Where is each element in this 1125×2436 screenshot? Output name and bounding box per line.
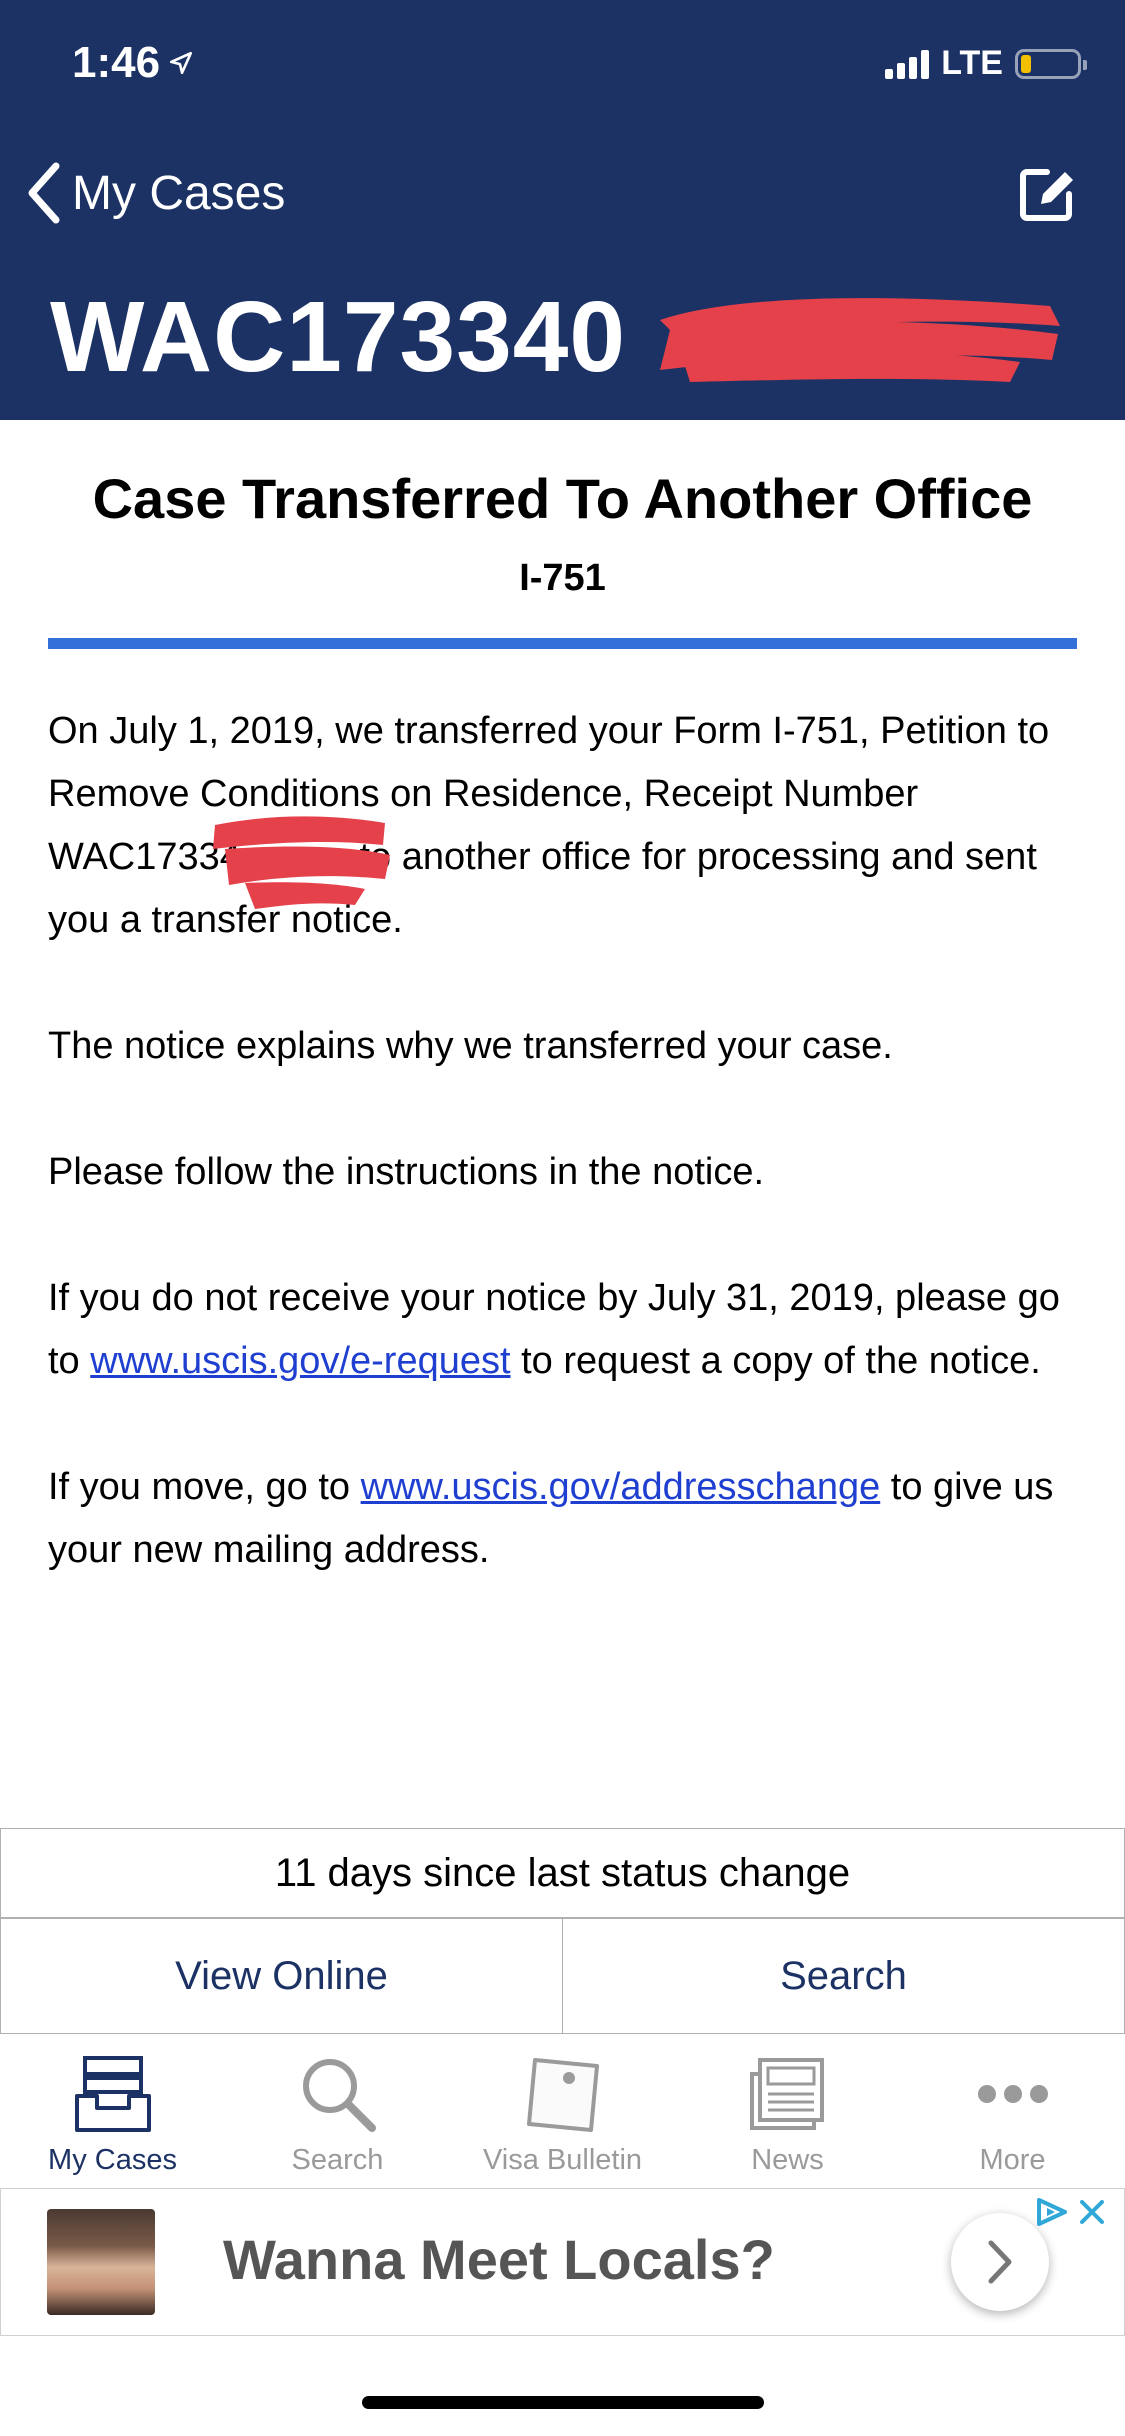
tab-my-cases[interactable]: My Cases: [0, 2034, 225, 2184]
paragraph-address-change: If you move, go to www.uscis.gov/address…: [48, 1456, 1068, 1582]
text-segment: On July 1, 2019, we transferred your For…: [48, 710, 1050, 815]
address-change-link[interactable]: www.uscis.gov/addresschange: [361, 1466, 881, 1508]
action-bar: View Online Search: [0, 1918, 1125, 2034]
ad-image: [47, 2209, 155, 2315]
paragraph-instructions: Please follow the instructions in the no…: [48, 1151, 765, 1193]
inbox-tray-icon: [74, 2056, 151, 2132]
case-status-header: Case Transferred To Another Office I-751: [0, 466, 1125, 600]
receipt-number: WAC173340: [50, 281, 626, 393]
close-icon[interactable]: [1079, 2199, 1105, 2225]
pinned-note-icon: [526, 2058, 599, 2132]
ad-banner[interactable]: Wanna Meet Locals?: [0, 2188, 1125, 2336]
search-button[interactable]: Search: [563, 1919, 1125, 2033]
location-arrow-icon: [170, 51, 193, 75]
days-since-change: 11 days since last status change: [0, 1828, 1125, 1918]
text-segment: If you move, go to: [48, 1466, 361, 1508]
e-request-link[interactable]: www.uscis.gov/e-request: [90, 1340, 510, 1382]
case-status-title: Case Transferred To Another Office: [92, 467, 1033, 530]
tab-label: Search: [291, 2144, 384, 2176]
ad-choices[interactable]: [1035, 2197, 1105, 2227]
text-segment: to request a copy of the notice.: [510, 1340, 1041, 1382]
battery-icon: [1015, 48, 1087, 79]
tab-more[interactable]: More: [900, 2034, 1125, 2184]
title-divider: [48, 638, 1077, 649]
status-time: 1:46: [72, 38, 194, 88]
status-indicators: LTE: [885, 44, 1087, 83]
tab-label: My Cases: [48, 2144, 177, 2176]
more-dots-icon: [977, 2085, 1048, 2103]
adchoices-icon[interactable]: [1035, 2197, 1069, 2227]
view-online-button[interactable]: View Online: [0, 1919, 563, 2033]
tab-visa-bulletin[interactable]: Visa Bulletin: [450, 2034, 675, 2184]
ad-open-button[interactable]: [951, 2213, 1049, 2311]
redaction-scribble: [213, 816, 390, 909]
edit-icon[interactable]: [1017, 164, 1077, 224]
tab-label: More: [979, 2144, 1046, 2176]
magnifier-icon: [302, 2059, 376, 2132]
form-type: I-751: [519, 557, 606, 599]
tab-label: Visa Bulletin: [482, 2144, 643, 2176]
paragraph-e-request: If you do not receive your notice by Jul…: [48, 1267, 1068, 1393]
tab-news[interactable]: News: [675, 2034, 900, 2184]
back-label: My Cases: [72, 166, 286, 220]
redaction-scribble: [660, 298, 1060, 382]
chevron-right-icon: [988, 2240, 1012, 2284]
paragraph-explains: The notice explains why we transferred y…: [48, 1025, 893, 1067]
home-indicator[interactable]: [362, 2396, 764, 2409]
signal-icon: [885, 49, 930, 79]
tab-label: News: [751, 2144, 824, 2176]
network-type: LTE: [941, 44, 1003, 82]
paragraph-transfer: On July 1, 2019, we transferred your For…: [48, 700, 1068, 952]
app-header: 1:46 LTE My Cases WAC173340: [0, 0, 1125, 420]
clock: 1:46: [72, 38, 161, 87]
newspaper-icon: [749, 2058, 824, 2130]
back-button[interactable]: My Cases: [26, 160, 285, 226]
chevron-left-icon: [28, 162, 60, 224]
tab-bar: My Cases Search Visa Bulletin News More: [0, 2034, 1125, 2184]
case-description: On July 1, 2019, we transferred your For…: [48, 700, 1068, 1645]
ad-headline: Wanna Meet Locals?: [223, 2228, 775, 2291]
tab-search[interactable]: Search: [225, 2034, 450, 2184]
